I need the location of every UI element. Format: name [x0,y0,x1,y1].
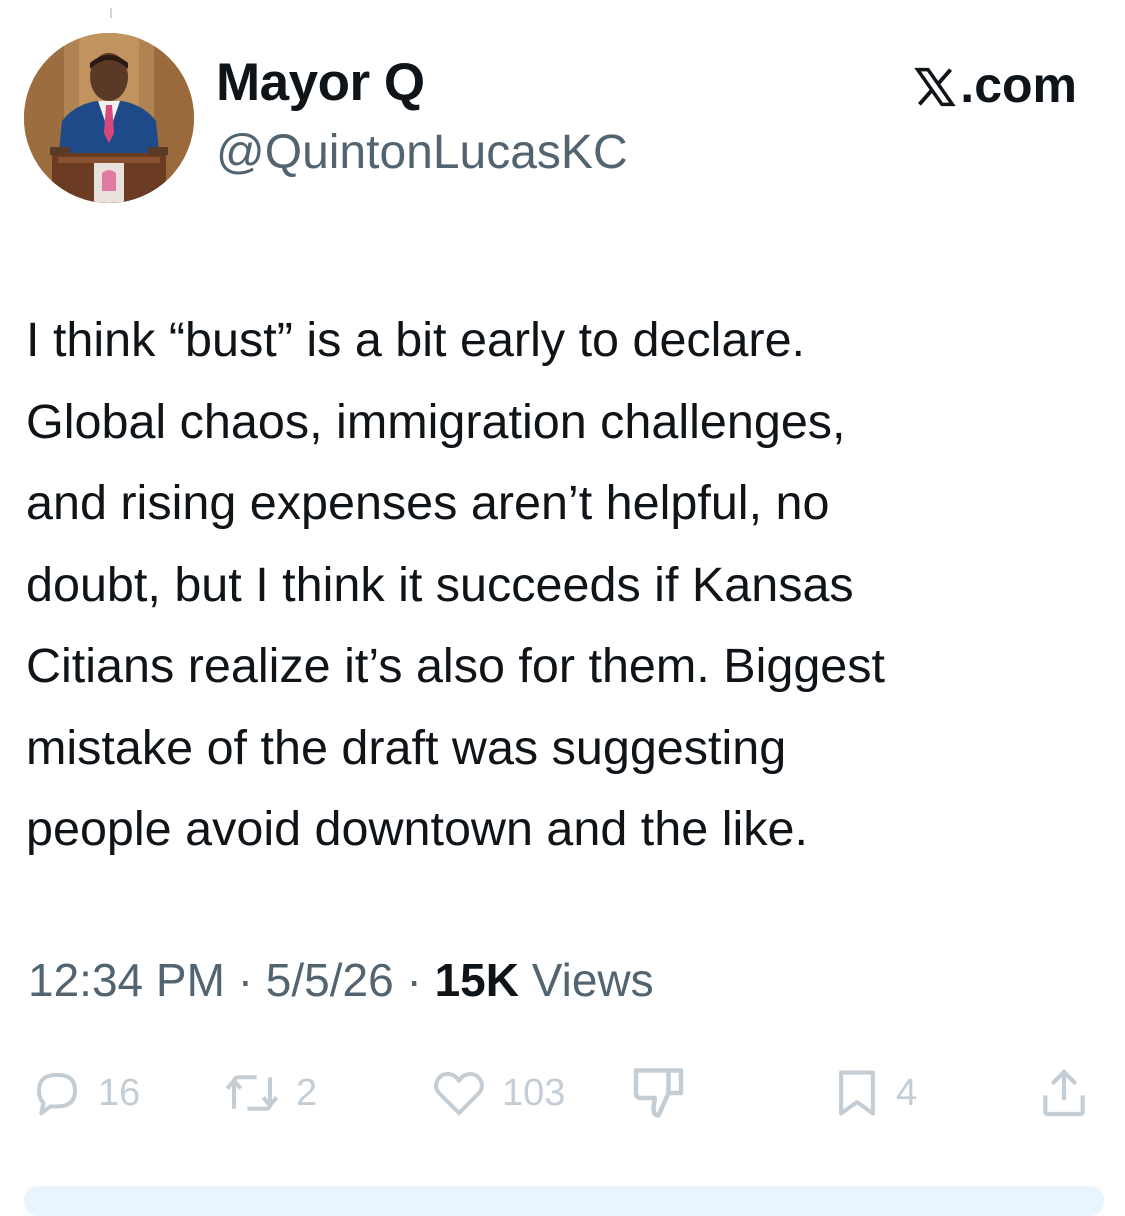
scroll-mark [110,8,112,18]
tweet-meta: 12:34 PM · 5/5/26 · 15K Views [28,950,654,1010]
tweet-line: Global chaos, immigration challenges, [26,394,846,449]
share-button[interactable] [1036,1058,1092,1128]
repost-count: 2 [296,1071,318,1114]
avatar[interactable] [24,33,194,203]
like-icon [434,1072,484,1116]
dislike-icon [633,1068,684,1118]
source-brand: .com [912,54,1077,116]
reply-composer-bar[interactable] [24,1186,1104,1216]
repost-button[interactable]: 2 [222,1058,317,1128]
author-handle[interactable]: @QuintonLucasKC [216,122,628,184]
tweet-line: doubt, but I think it succeeds if Kansas [26,557,854,612]
like-count: 103 [502,1071,566,1114]
meta-separator: · [237,954,254,1006]
source-label: .com [960,57,1077,113]
tweet-line: Citians realize it’s also for them. Bigg… [26,639,886,693]
bookmark-count: 4 [896,1071,918,1114]
reply-button[interactable]: 16 [30,1058,140,1128]
reply-icon [36,1072,78,1116]
reply-count: 16 [98,1071,141,1114]
tweet-date[interactable]: 5/5/26 [266,954,394,1006]
author-name[interactable]: Mayor Q [216,50,425,116]
avatar-photo [24,33,194,203]
tweet-text: I think “bust” is a bit early to declare… [26,300,1106,871]
tweet-line: and rising expenses aren’t helpful, no [26,476,830,530]
like-button[interactable]: 103 [430,1058,565,1128]
action-bar: 16 2 103 4 [0,1058,1125,1128]
tweet-line: people avoid downtown and the like. [26,802,808,856]
tweet-line: I think “bust” is a bit early to declare… [26,313,806,367]
dislike-button[interactable] [628,1058,694,1128]
bookmark-icon [839,1070,875,1116]
tweet-time[interactable]: 12:34 PM [28,954,225,1006]
views-label: Views [531,954,654,1006]
bookmark-button[interactable]: 4 [832,1058,917,1128]
x-logo-icon [914,67,957,107]
repost-icon [225,1075,279,1111]
views-count[interactable]: 15K [435,954,519,1006]
tweet-line: mistake of the draft was suggesting [26,720,787,775]
meta-separator: · [406,954,422,1006]
share-icon [1043,1069,1085,1117]
